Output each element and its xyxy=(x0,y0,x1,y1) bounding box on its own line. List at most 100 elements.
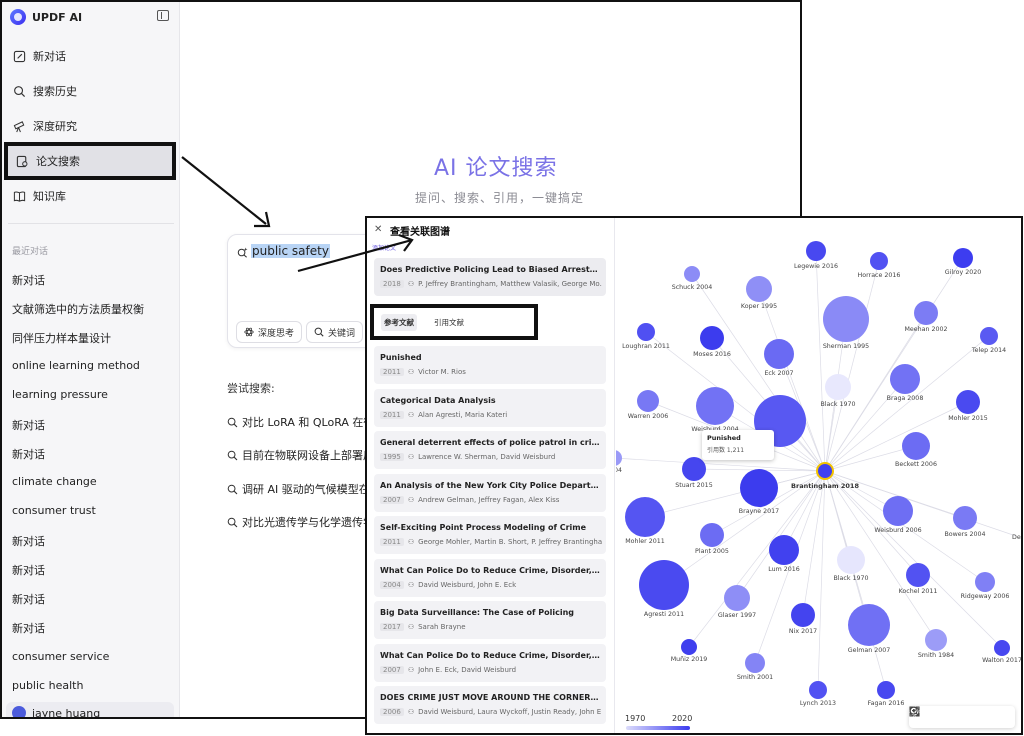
history-item[interactable]: 同伴压力样本量设计 xyxy=(12,330,111,346)
add-paper-link[interactable]: 添加论文 xyxy=(372,243,396,252)
try-suggestion[interactable]: 对比 LoRA 和 QLoRA 在微调 xyxy=(227,414,385,430)
person-icon: ⚇ xyxy=(407,538,415,546)
history-item[interactable]: consumer service xyxy=(12,650,109,663)
help-icon: ? xyxy=(909,706,920,717)
graph-node[interactable] xyxy=(823,296,869,342)
search-icon xyxy=(314,327,324,337)
try-suggestion[interactable]: 调研 AI 驱动的气候模型在预 xyxy=(227,481,381,497)
graph-node[interactable] xyxy=(696,387,734,425)
nav-deep-research[interactable]: 深度研究 xyxy=(6,110,174,142)
deep-think-button[interactable]: 深度思考 xyxy=(236,321,303,343)
graph-node[interactable] xyxy=(902,432,930,460)
nav-search-history[interactable]: 搜索历史 xyxy=(6,75,174,107)
graph-node[interactable] xyxy=(791,603,815,627)
graph-node-label: Walton 2017 xyxy=(982,657,1021,664)
tooltip-count: 引用数 1,211 xyxy=(707,447,745,454)
graph-node[interactable] xyxy=(975,572,995,592)
search-input[interactable]: public safety xyxy=(251,244,330,258)
paper-card[interactable]: Big Data Surveillance: The Case of Polic… xyxy=(374,601,606,639)
history-item[interactable]: 新对话 xyxy=(12,272,45,288)
history-item[interactable]: 新对话 xyxy=(12,620,45,636)
zoom-out-button[interactable] xyxy=(909,706,981,724)
user-account[interactable]: jayne huang xyxy=(6,702,174,717)
graph-center-node[interactable] xyxy=(816,462,834,480)
graph-node[interactable] xyxy=(809,681,827,699)
graph-node[interactable] xyxy=(925,629,947,651)
graph-node[interactable] xyxy=(681,639,697,655)
paper-card[interactable]: DOES CRIME JUST MOVE AROUND THE CORNER? … xyxy=(374,686,606,724)
close-icon[interactable]: ✕ xyxy=(374,224,382,235)
graph-node[interactable] xyxy=(953,248,973,268)
history-item[interactable]: public health xyxy=(12,679,83,692)
tab-references[interactable]: 参考文献 xyxy=(381,313,417,331)
try-suggestion[interactable]: 对比光遗传学与化学遗传学研 xyxy=(227,514,385,530)
graph-node[interactable] xyxy=(764,339,794,369)
graph-node[interactable] xyxy=(746,276,772,302)
search-box[interactable]: public safety 深度思考 关键词 xyxy=(227,234,377,348)
graph-node[interactable] xyxy=(616,450,622,466)
nav-paper-search[interactable]: 论文搜索 xyxy=(4,142,176,180)
graph-node[interactable] xyxy=(914,301,938,325)
graph-node[interactable] xyxy=(890,364,920,394)
graph-node[interactable] xyxy=(870,252,888,270)
graph-node[interactable] xyxy=(825,374,851,400)
graph-node[interactable] xyxy=(700,326,724,350)
history-item[interactable]: 新对话 xyxy=(12,417,45,433)
paper-card[interactable]: Categorical Data Analysis 2011 ⚇ Alan Agres… xyxy=(374,388,606,427)
graph-node[interactable] xyxy=(637,390,659,412)
graph-node[interactable] xyxy=(724,585,750,611)
citation-graph[interactable]: Legewie 2016 Horrace 2016 Gilroy 2020 Schuc… xyxy=(616,218,1021,733)
graph-node-label: Black 1970 xyxy=(833,575,868,582)
graph-canvas[interactable]: Legewie 2016 Horrace 2016 Gilroy 2020 Schuc… xyxy=(616,218,1021,733)
history-item[interactable]: learning pressure xyxy=(12,388,108,401)
graph-node[interactable] xyxy=(625,497,665,537)
graph-node[interactable] xyxy=(837,546,865,574)
relation-graph-panel: ✕ 查看关联图谱 添加论文 Does Predictive Policing L… xyxy=(365,216,1023,735)
fit-view-button[interactable] xyxy=(909,706,932,724)
paper-card[interactable]: An Analysis of the New York City Police … xyxy=(374,473,606,512)
paper-card[interactable]: What Can Police Do to Reduce Crime, Diso… xyxy=(374,643,606,682)
graph-node[interactable] xyxy=(745,653,765,673)
collapse-sidebar-icon[interactable] xyxy=(157,10,169,21)
graph-node[interactable] xyxy=(980,327,998,345)
graph-node[interactable] xyxy=(806,241,826,261)
graph-node[interactable] xyxy=(883,496,913,526)
graph-node[interactable] xyxy=(700,523,724,547)
help-button[interactable]: ? xyxy=(909,706,1006,724)
paper-meta: 2011 ⚇ Alan Agresti, Maria Kateri xyxy=(380,410,602,419)
graph-node[interactable] xyxy=(848,604,890,646)
graph-node[interactable] xyxy=(682,457,706,481)
graph-node[interactable] xyxy=(740,469,778,507)
graph-node[interactable] xyxy=(637,323,655,341)
nav-knowledge-base[interactable]: 知识库 xyxy=(6,180,174,212)
history-item[interactable]: climate change xyxy=(12,475,97,488)
graph-node[interactable] xyxy=(639,560,689,610)
history-item[interactable]: 新对话 xyxy=(12,446,45,462)
graph-node[interactable] xyxy=(906,563,930,587)
selected-paper-card[interactable]: Does Predictive Policing Lead to Biased … xyxy=(374,258,606,296)
graph-node-label: Beckett 2006 xyxy=(895,461,937,468)
graph-node[interactable] xyxy=(684,266,700,282)
graph-node[interactable] xyxy=(953,506,977,530)
paper-card[interactable]: Punished 2011 ⚇ Victor M. Rios xyxy=(374,346,606,384)
graph-node[interactable] xyxy=(877,681,895,699)
paper-card[interactable]: What Can Police Do to Reduce Crime, Diso… xyxy=(374,558,606,597)
zoom-in-button[interactable] xyxy=(909,706,957,724)
paper-card[interactable]: General deterrent effects of police patr… xyxy=(374,431,606,469)
keyword-button[interactable]: 关键词 xyxy=(306,321,364,343)
history-item[interactable]: 新对话 xyxy=(12,562,45,578)
tab-citations[interactable]: 引用文献 xyxy=(431,314,467,331)
history-item[interactable]: consumer trust xyxy=(12,504,96,517)
history-item[interactable]: 新对话 xyxy=(12,533,45,549)
graph-node[interactable] xyxy=(956,390,980,414)
sidebar: UPDF AI 新对话 搜索历史 深度研究 论文搜索 知识库 最近对话 新对话 … xyxy=(2,2,180,717)
paper-card[interactable]: Self-Exciting Point Process Modeling of … xyxy=(374,516,606,554)
graph-node[interactable] xyxy=(769,535,799,565)
history-item[interactable]: 文献筛选中的方法质量权衡 xyxy=(12,301,144,317)
nav-new-chat[interactable]: 新对话 xyxy=(6,40,174,72)
history-item[interactable]: online learning method xyxy=(12,359,140,372)
graph-node[interactable] xyxy=(994,640,1010,656)
history-item[interactable]: 新对话 xyxy=(12,591,45,607)
paper-authors: P. Jeffrey Brantingham, Matthew Valasik,… xyxy=(418,280,602,288)
try-suggestion[interactable]: 目前在物联网设备上部署后量 xyxy=(227,447,385,463)
